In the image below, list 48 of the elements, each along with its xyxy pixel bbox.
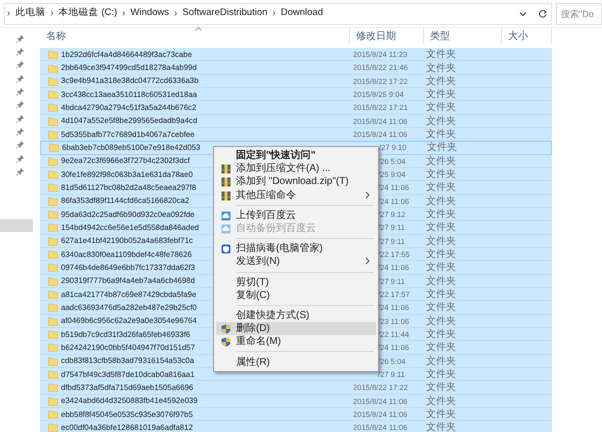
menu-label: 固定到"快速访问" [236, 148, 316, 162]
type-text: 文件夹 [426, 156, 456, 167]
menu-label: 剪切(T) [236, 276, 269, 290]
type-text: 文件夹 [426, 222, 456, 234]
type-text: 文件夹 [426, 342, 456, 354]
type-text: 文件夹 [426, 169, 456, 180]
type-text: 文件夹 [426, 49, 456, 60]
menu-label: 重命名(M) [236, 334, 281, 350]
type-text: 文件夹 [426, 382, 456, 394]
menu-label: 自动备份到百度云 [236, 222, 316, 236]
menu-label: 删除(D) [236, 322, 270, 336]
type-text: 文件夹 [426, 329, 456, 340]
chevron-icon: › [174, 6, 178, 21]
menu-label: 复制(C) [236, 288, 270, 303]
type-text: 文件夹 [426, 116, 456, 127]
type-text: 文件夹 [426, 249, 456, 260]
chevron-icon: › [50, 6, 54, 21]
type-text: 文件夹 [426, 276, 456, 287]
chevron-icon: › [122, 6, 126, 21]
type-text: 文件夹 [426, 302, 456, 314]
menu-label: 添加到压缩文件(A) ... [236, 162, 330, 176]
type-text: 文件夹 [426, 262, 456, 274]
type-text: 文件夹 [426, 316, 456, 327]
menu-label: 添加到 "Download.zip"(T) [236, 174, 349, 190]
type-text: 文件夹 [426, 182, 456, 194]
type-text: 文件夹 [426, 129, 456, 140]
type-text: 文件夹 [426, 409, 456, 420]
menu-label: 属性(R) [236, 356, 270, 370]
type-text: 文件夹 [426, 209, 456, 220]
type-text: 文件夹 [427, 142, 457, 154]
menu-label: 创建快捷方式(S) [236, 308, 310, 323]
type-text: 文件夹 [426, 62, 456, 74]
type-text: 文件夹 [426, 369, 456, 380]
chevron-icon: › [7, 6, 10, 21]
type-text: 文件夹 [426, 356, 456, 367]
type-text: 文件夹 [426, 76, 456, 87]
type-text: 文件夹 [426, 89, 456, 100]
type-text: 文件夹 [426, 289, 456, 300]
menu-label: 扫描病毒(电脑管家) [236, 242, 323, 256]
chevron-icon: › [272, 6, 276, 21]
menu-label: 发送到(N) [236, 255, 280, 270]
type-text: 文件夹 [426, 102, 456, 114]
menu-label: 其他压缩命令 [236, 188, 296, 203]
menu-label: 上传到百度云 [236, 208, 296, 223]
type-text: 文件夹 [426, 236, 456, 247]
type-text: 文件夹 [426, 422, 456, 432]
type-text: 文件夹 [426, 196, 456, 207]
type-text: 文件夹 [426, 396, 456, 407]
